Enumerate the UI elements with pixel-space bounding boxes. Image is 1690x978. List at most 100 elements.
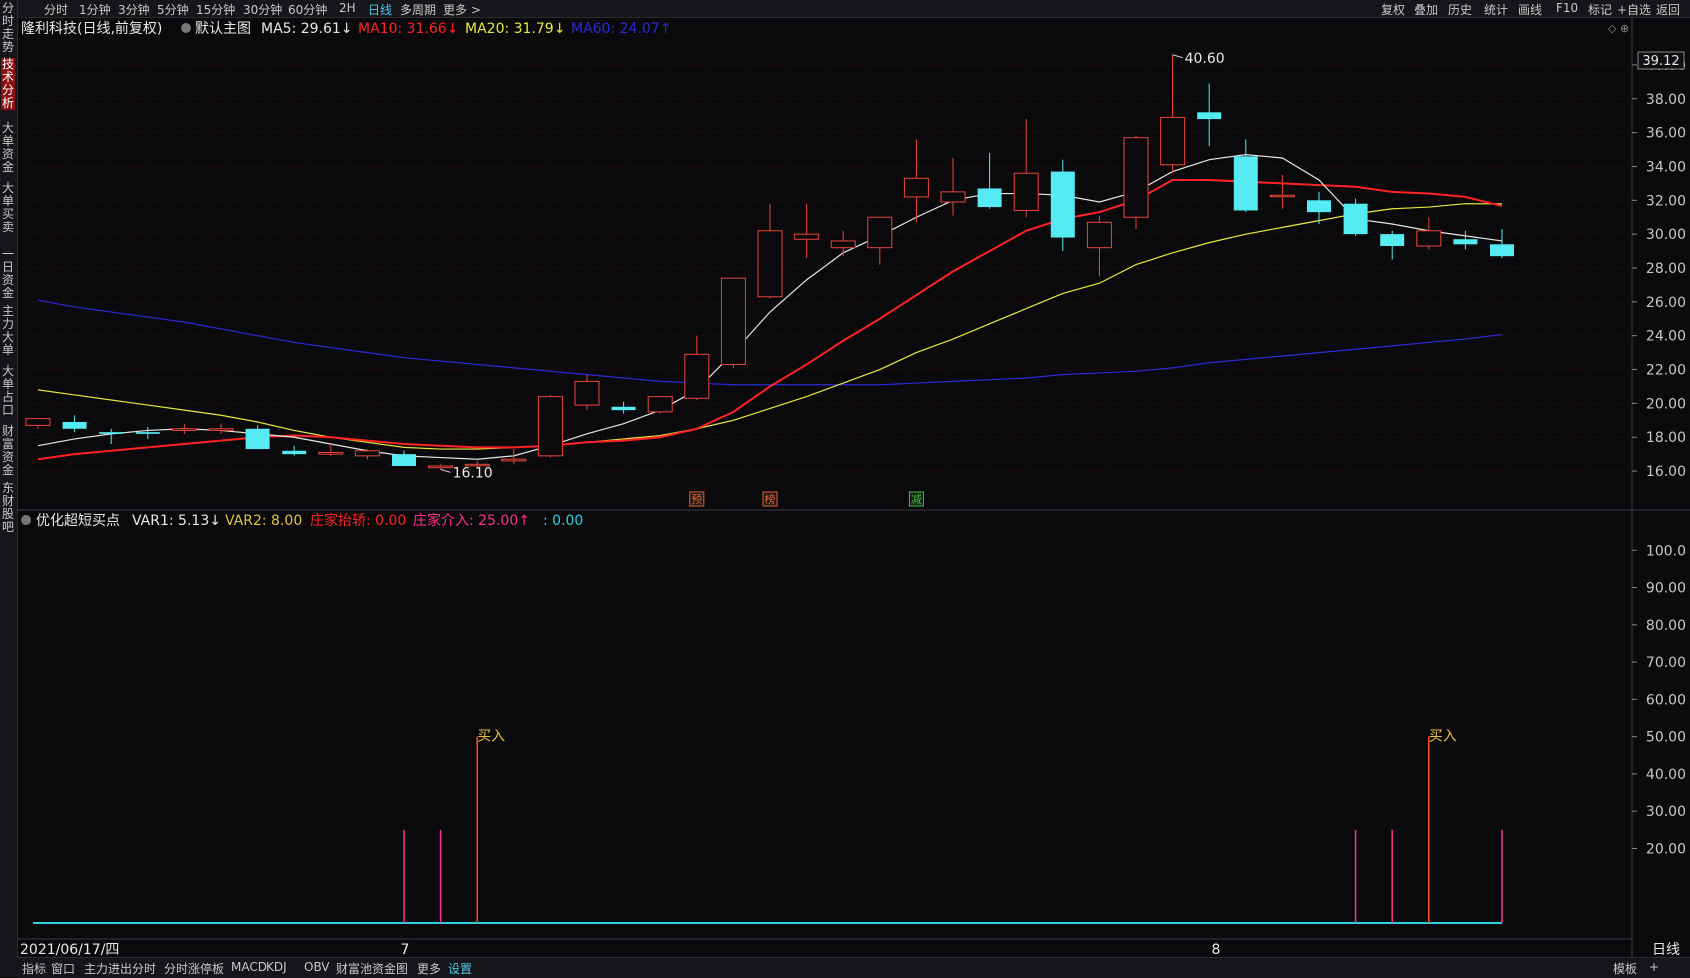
event-marker: 榜: [765, 492, 776, 506]
candle-body: [1307, 200, 1331, 213]
y-tick-label: 28.00: [1646, 261, 1686, 277]
bottom-tab[interactable]: 财富池资金图: [336, 960, 408, 977]
candle-body: [720, 277, 746, 365]
y-tick-label: 100.0: [1646, 543, 1686, 559]
candle-body: [611, 406, 636, 411]
bottom-right-action[interactable]: 模板: [1613, 960, 1637, 977]
stock-title: 隆利科技(日线,前复权): [21, 20, 162, 37]
expand-icon[interactable]: ⊕: [1620, 22, 1629, 35]
toolbar-action[interactable]: 返回: [1656, 1, 1680, 18]
period-tab[interactable]: 更多 >: [443, 1, 481, 18]
y-tick-label: 20.00: [1646, 841, 1686, 857]
y-tick-label: 26.00: [1646, 295, 1686, 311]
candle-body: [1490, 244, 1514, 257]
event-marker: 减: [911, 493, 922, 506]
candle-body: [318, 451, 344, 455]
bottom-tab[interactable]: 设置: [448, 960, 472, 977]
indicator-y-axis: 20.00 30.00 40.00 50.00 60.00 70.00 80.00 90.00…: [1632, 543, 1686, 857]
toolbar-action[interactable]: 画线: [1518, 1, 1542, 18]
candle-body: [1453, 239, 1478, 245]
buy-signal-label: 买入: [477, 729, 505, 745]
candle-body: [1380, 234, 1405, 246]
toolbar-action[interactable]: +自选: [1617, 1, 1651, 18]
candle-body: [830, 240, 856, 249]
settings-circle-icon[interactable]: [181, 23, 191, 33]
bottom-tab[interactable]: 指标: [22, 960, 46, 977]
candle-body: [903, 177, 929, 198]
x-axis-month-8: 8: [1212, 942, 1221, 957]
period-tab[interactable]: 60分钟: [288, 1, 327, 18]
candle-body: [940, 191, 966, 203]
candle-body: [1233, 156, 1258, 211]
event-marker: 预: [691, 493, 702, 506]
candle-body: [537, 396, 563, 457]
candle-body: [977, 188, 1002, 208]
y-tick-label: 34.00: [1646, 159, 1686, 175]
candle-body: [282, 450, 307, 455]
candle-body: [684, 353, 710, 399]
period-toolbar: 分时 1分钟 3分钟 5分钟 15分钟 30分钟 60分钟 2H 日线 多周期 更多 > 复权 叠加 历史…: [0, 0, 1690, 18]
period-tab[interactable]: 分时: [44, 1, 68, 18]
candle-body: [25, 418, 51, 426]
price-y-axis: 16.00 18.00 20.00 22.00 24.00 26.00 28.00 30.00…: [1632, 58, 1686, 480]
y-tick-label: 16.00: [1646, 464, 1686, 480]
y-tick-label: 24.00: [1646, 329, 1686, 345]
diamond-icon[interactable]: ◇: [1608, 22, 1617, 35]
toolbar-action[interactable]: 历史: [1448, 1, 1472, 18]
toolbar-action[interactable]: F10: [1556, 1, 1578, 15]
period-tab[interactable]: 1分钟: [79, 1, 111, 18]
enter-legend: 庄家介入: 25.00↑: [413, 512, 530, 529]
period-tab[interactable]: 15分钟: [196, 1, 235, 18]
y-tick-label: 40.00: [1646, 767, 1686, 783]
y-tick-label: 22.00: [1646, 363, 1686, 379]
indicator-settings-icon[interactable]: [21, 515, 31, 525]
y-tick-label: 70.00: [1646, 655, 1686, 671]
bottom-tab[interactable]: 主力进出分时: [84, 960, 156, 977]
candle-body: [1123, 137, 1149, 218]
toolbar-action[interactable]: 叠加: [1414, 1, 1438, 18]
period-tab[interactable]: 5分钟: [157, 1, 189, 18]
period-tab[interactable]: 日线: [368, 1, 392, 18]
candle-body: [1013, 172, 1039, 211]
lift-legend: 庄家抬轿: 0.00: [310, 512, 406, 529]
period-tab[interactable]: 多周期: [400, 1, 436, 18]
toolbar-action[interactable]: 统计: [1484, 1, 1508, 18]
bottom-tab[interactable]: KDJ: [266, 960, 287, 974]
candle-body: [428, 465, 454, 469]
toolbar-action[interactable]: 复权: [1381, 1, 1405, 18]
candle-body: [171, 428, 197, 431]
candle-body: [1197, 112, 1222, 120]
candle-body: [208, 428, 234, 431]
toolbar-action[interactable]: 标记: [1588, 1, 1612, 18]
period-tab[interactable]: 3分钟: [118, 1, 150, 18]
bottom-tab[interactable]: 窗口: [51, 960, 75, 977]
y-tick-label: 32.00: [1646, 193, 1686, 209]
main-indicator-name[interactable]: 默认主图: [195, 21, 251, 37]
candle-body: [135, 432, 160, 434]
candle-body: [574, 380, 600, 406]
candle-body: [62, 422, 87, 429]
indicator-name[interactable]: 优化超短买点: [36, 513, 120, 529]
candle-body: [1269, 194, 1295, 198]
bottom-tab[interactable]: OBV: [304, 960, 330, 974]
period-tab[interactable]: 2H: [339, 1, 356, 15]
bottom-right-action[interactable]: +: [1649, 960, 1659, 974]
y-tick-label: 20.00: [1646, 396, 1686, 412]
ma10-legend: MA10: 31.66↓: [358, 21, 458, 37]
y-tick-label: 30.00: [1646, 227, 1686, 243]
price-grid: [17, 64, 1632, 472]
blank-legend: : 0.00: [543, 513, 583, 529]
candle-body: [1050, 171, 1075, 238]
bottom-tab[interactable]: 分时涨停板: [164, 960, 224, 977]
ma20-legend: MA20: 31.79↓: [465, 21, 565, 37]
candle-body: [1160, 116, 1186, 166]
candle-body: [392, 454, 416, 466]
y-tick-label: 18.00: [1646, 430, 1686, 446]
candlestick-series: [25, 54, 1514, 470]
y-tick-label: 30.00: [1646, 804, 1686, 820]
high-pointer: [1172, 54, 1183, 59]
bottom-tab[interactable]: 更多: [417, 960, 441, 977]
y-tick-label: 50.00: [1646, 730, 1686, 746]
period-tab[interactable]: 30分钟: [243, 1, 282, 18]
bottom-tab[interactable]: MACD: [231, 960, 267, 974]
